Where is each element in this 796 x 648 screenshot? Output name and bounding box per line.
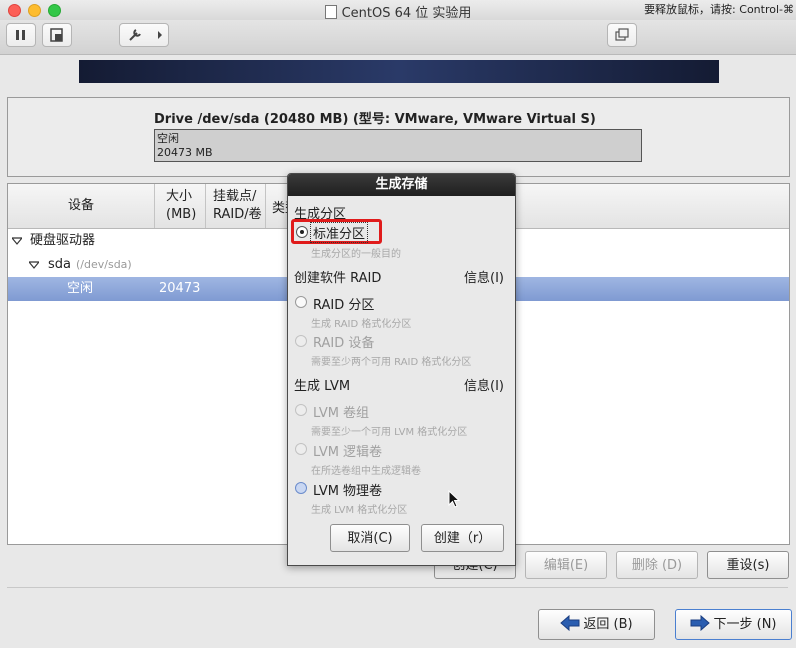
disk-label: sda <box>48 257 71 272</box>
column-mount-line1: 挂载点/ <box>213 189 257 204</box>
tree-group-label: 硬盘驱动器 <box>30 233 96 248</box>
arrow-right-icon <box>690 614 711 632</box>
mouse-cursor-icon <box>448 490 461 508</box>
lvm-vg-radio[interactable] <box>295 404 307 416</box>
windows-icon <box>615 28 629 41</box>
raid-partition-desc: 生成 RAID 格式化分区 <box>311 319 412 330</box>
drive-bar-label: 空闲 <box>157 132 179 145</box>
snapshot-button[interactable] <box>42 23 72 47</box>
vm-icon <box>324 5 337 19</box>
column-size-line2: (MB) <box>166 207 197 222</box>
next-button[interactable]: 下一步 (N) <box>675 609 792 640</box>
standard-partition-label[interactable]: 标准分区 <box>310 222 369 243</box>
standard-partition-desc: 生成分区的一般目的 <box>311 249 401 260</box>
centos-banner <box>79 60 719 83</box>
disk-path: (/dev/sda) <box>76 258 132 271</box>
arrow-left-icon <box>560 614 580 632</box>
lvm-lv-label[interactable]: LVM 逻辑卷 <box>313 441 382 460</box>
next-label: 下一步 (N) <box>713 617 777 632</box>
edit-button[interactable]: 编辑(E) <box>525 551 607 579</box>
section-raid-label: 创建软件 RAID <box>294 271 382 286</box>
lvm-vg-desc: 需要至少一个可用 LVM 格式化分区 <box>311 427 468 438</box>
free-size: 20473 <box>159 281 201 296</box>
settings-button[interactable] <box>119 23 169 47</box>
column-device[interactable]: 设备 <box>8 184 155 228</box>
fullscreen-button[interactable] <box>607 23 637 47</box>
drive-free-bar[interactable]: 空闲 20473 MB <box>154 129 642 162</box>
column-size[interactable]: 大小 (MB) <box>154 184 206 228</box>
raid-partition-label[interactable]: RAID 分区 <box>313 294 374 313</box>
pause-button[interactable] <box>6 23 36 47</box>
lvm-info-button[interactable]: 信息(I) <box>464 375 504 394</box>
drive-title: Drive /dev/sda (20480 MB) (型号: VMware, V… <box>154 112 596 127</box>
lvm-pv-label[interactable]: LVM 物理卷 <box>313 480 382 499</box>
vm-toolbar <box>0 20 796 55</box>
free-label: 空闲 <box>67 281 94 296</box>
section-lvm-label: 生成 LVM <box>294 379 351 394</box>
lvm-lv-desc: 在所选卷组中生成逻辑卷 <box>311 466 421 477</box>
standard-partition-radio[interactable] <box>296 226 308 238</box>
lvm-lv-radio[interactable] <box>295 443 307 455</box>
wrench-icon <box>129 29 162 41</box>
raid-device-label[interactable]: RAID 设备 <box>313 332 374 351</box>
radio-selected-dot <box>300 230 304 234</box>
lvm-vg-label[interactable]: LVM 卷组 <box>313 402 369 421</box>
snapshot-icon <box>50 28 63 42</box>
separator <box>7 587 788 588</box>
raid-device-radio[interactable] <box>295 335 307 347</box>
back-label: 返回 (B) <box>583 617 633 632</box>
column-mount[interactable]: 挂载点/ RAID/卷 <box>206 184 266 228</box>
create-storage-dialog: 生成存储 生成分区 标准分区 生成分区的一般目的 创建软件 RAID 信息(I)… <box>287 173 516 566</box>
raid-partition-radio[interactable] <box>295 296 307 308</box>
raid-device-desc: 需要至少两个可用 RAID 格式化分区 <box>311 357 472 368</box>
lvm-pv-desc: 生成 LVM 格式化分区 <box>311 505 408 516</box>
drive-bar-size: 20473 MB <box>157 146 213 159</box>
column-size-line1: 大小 <box>166 189 193 204</box>
delete-button[interactable]: 删除 (D) <box>616 551 698 579</box>
lvm-pv-radio[interactable] <box>295 482 307 494</box>
back-button[interactable]: 返回 (B) <box>538 609 655 640</box>
raid-info-button[interactable]: 信息(I) <box>464 267 504 286</box>
reset-button[interactable]: 重设(s) <box>707 551 789 579</box>
dialog-cancel-button[interactable]: 取消(C) <box>330 524 410 552</box>
dialog-title: 生成存储 <box>288 174 515 196</box>
window-titlebar: CentOS 64 位 实验用 要释放鼠标，请按: Control-⌘ <box>0 0 796 21</box>
mouse-release-hint: 要释放鼠标，请按: Control-⌘ <box>644 3 794 16</box>
column-mount-line2: RAID/卷 <box>213 207 262 222</box>
dialog-create-button[interactable]: 创建（r） <box>421 524 504 552</box>
drive-panel: Drive /dev/sda (20480 MB) (型号: VMware, V… <box>7 97 790 177</box>
pause-icon <box>16 30 25 40</box>
